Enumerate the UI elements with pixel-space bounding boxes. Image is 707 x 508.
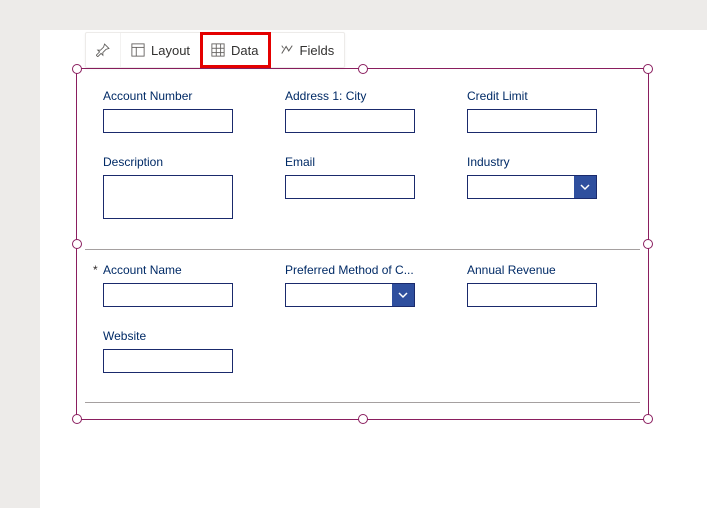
form-selection-frame[interactable]: Account Number Address 1: City Credit Li… [76, 68, 649, 420]
resize-handle-tr[interactable] [643, 64, 653, 74]
input-credit-limit[interactable] [467, 109, 597, 133]
fields-icon [280, 43, 294, 57]
label-industry: Industry [467, 155, 627, 169]
chevron-down-icon [398, 290, 408, 300]
field-website[interactable]: Website [103, 329, 263, 373]
label-email: Email [285, 155, 445, 169]
label-account-number: Account Number [103, 89, 263, 103]
input-website[interactable] [103, 349, 233, 373]
input-email[interactable] [285, 175, 415, 199]
input-description[interactable] [103, 175, 233, 219]
field-credit-limit[interactable]: Credit Limit [467, 89, 627, 133]
layout-icon [131, 43, 145, 57]
resize-handle-bl[interactable] [72, 414, 82, 424]
fields-button[interactable]: Fields [270, 33, 345, 67]
label-preferred-method: Preferred Method of C... [285, 263, 445, 277]
resize-handle-tl[interactable] [72, 64, 82, 74]
dropdown-preferred-method[interactable] [285, 283, 415, 307]
input-account-number[interactable] [103, 109, 233, 133]
resize-handle-mr[interactable] [643, 239, 653, 249]
dropdown-button-industry[interactable] [574, 176, 596, 198]
layout-button[interactable]: Layout [121, 33, 201, 67]
fields-label: Fields [300, 43, 335, 58]
field-annual-revenue[interactable]: Annual Revenue [467, 263, 627, 307]
pin-icon [96, 43, 110, 57]
resize-handle-tm[interactable] [358, 64, 368, 74]
pin-button[interactable] [86, 33, 121, 67]
section-divider-bottom [85, 402, 640, 403]
layout-label: Layout [151, 43, 190, 58]
resize-handle-br[interactable] [643, 414, 653, 424]
label-website: Website [103, 329, 263, 343]
label-account-name: Account Name [103, 263, 263, 277]
chevron-down-icon [580, 182, 590, 192]
label-description: Description [103, 155, 263, 169]
input-annual-revenue[interactable] [467, 283, 597, 307]
dropdown-industry[interactable] [467, 175, 597, 199]
field-address1-city[interactable]: Address 1: City [285, 89, 445, 133]
data-label: Data [231, 43, 258, 58]
form-area: Account Number Address 1: City Credit Li… [85, 79, 640, 409]
section-divider [85, 249, 640, 250]
dropdown-button-preferred-method[interactable] [392, 284, 414, 306]
grid-icon [211, 43, 225, 57]
resize-handle-bm[interactable] [358, 414, 368, 424]
field-email[interactable]: Email [285, 155, 445, 199]
required-mark: * [93, 263, 98, 277]
input-account-name[interactable] [103, 283, 233, 307]
field-account-name[interactable]: * Account Name [103, 263, 263, 307]
field-description[interactable]: Description [103, 155, 263, 219]
field-industry[interactable]: Industry [467, 155, 627, 199]
field-account-number[interactable]: Account Number [103, 89, 263, 133]
label-address1-city: Address 1: City [285, 89, 445, 103]
context-toolbar: Layout Data Fields [85, 32, 345, 68]
label-annual-revenue: Annual Revenue [467, 263, 627, 277]
input-address1-city[interactable] [285, 109, 415, 133]
data-button[interactable]: Data [201, 33, 269, 67]
label-credit-limit: Credit Limit [467, 89, 627, 103]
resize-handle-ml[interactable] [72, 239, 82, 249]
field-preferred-method[interactable]: Preferred Method of C... [285, 263, 445, 307]
